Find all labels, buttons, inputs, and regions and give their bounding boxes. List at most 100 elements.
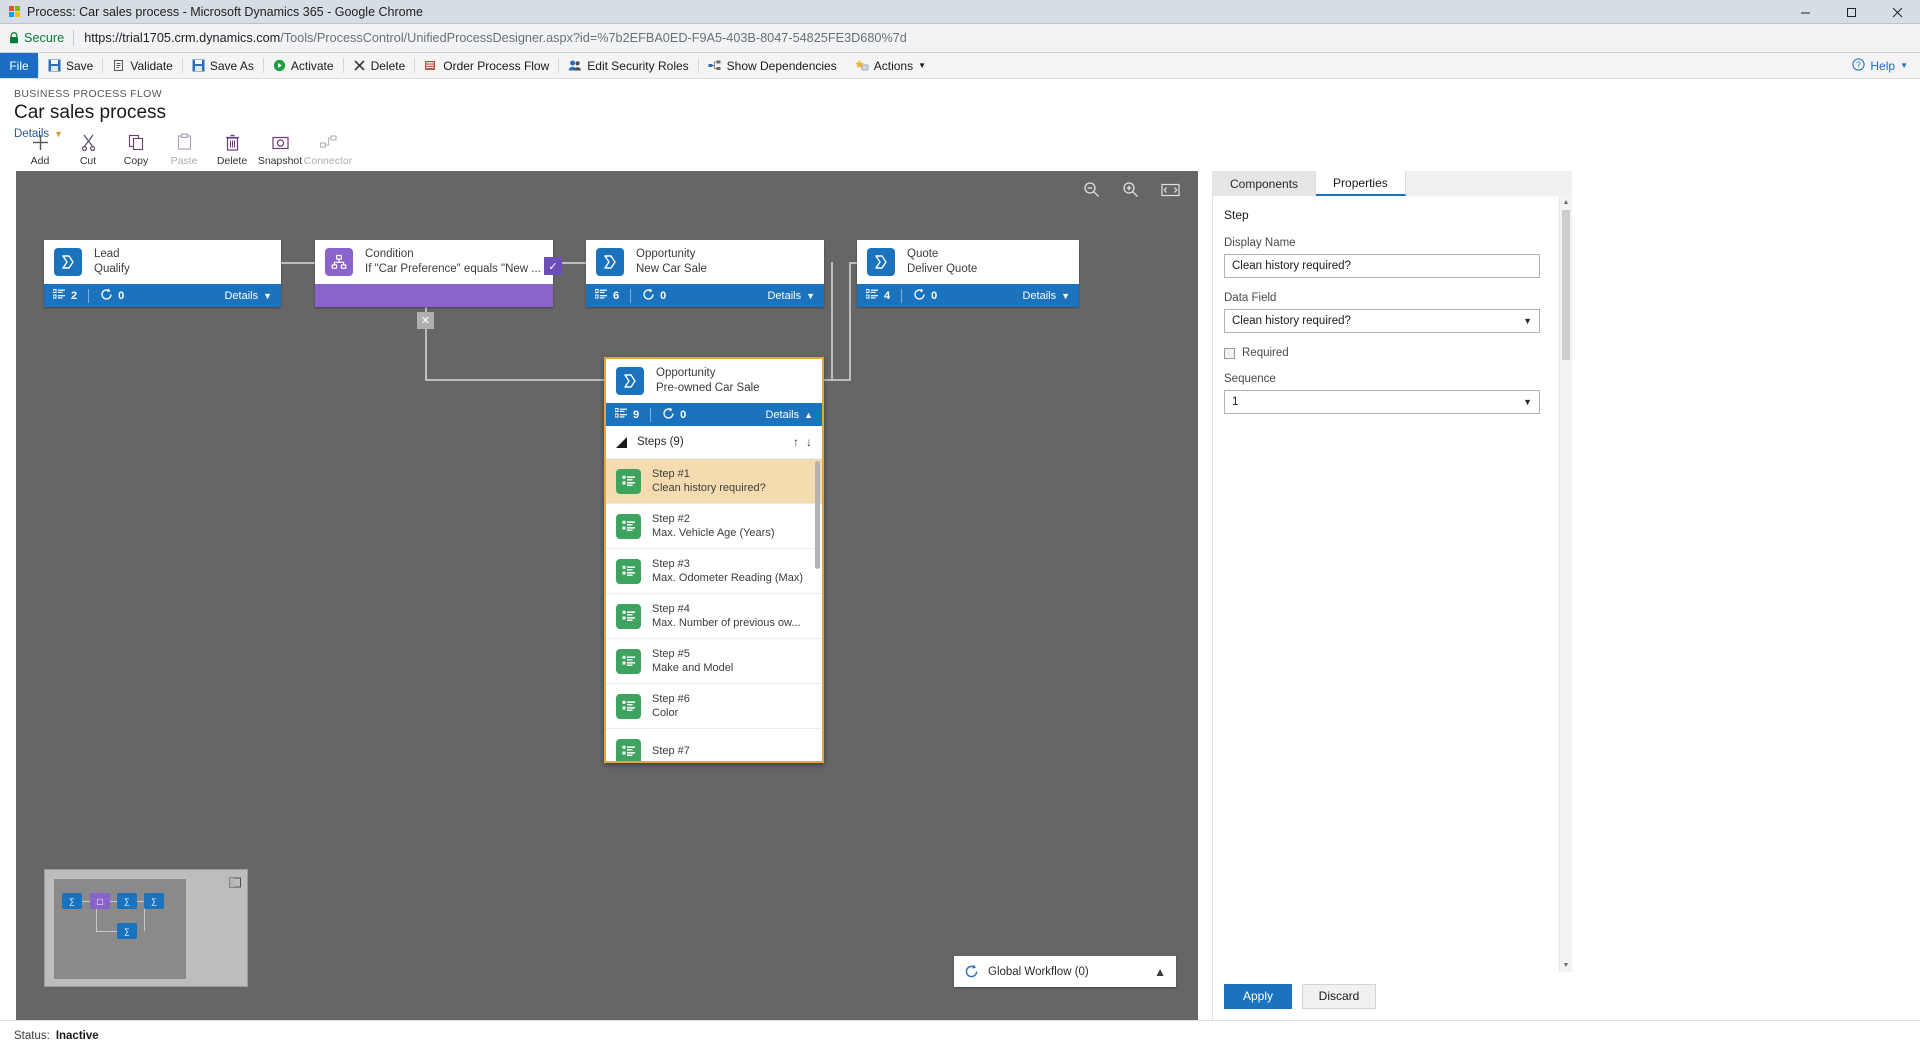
stage-details-toggle[interactable]: Details ▼: [224, 290, 272, 302]
workflow-count: 0: [100, 288, 124, 304]
show-dependencies-button[interactable]: Show Dependencies: [699, 53, 846, 78]
minimize-icon[interactable]: [1782, 0, 1828, 24]
camera-icon: [271, 132, 290, 152]
arrow-down-icon[interactable]: ↓: [806, 435, 812, 449]
stage-node-preowned-car-sale-selected[interactable]: Opportunity Pre-owned Car Sale 9 0 Detai…: [604, 357, 824, 763]
connector-button[interactable]: Connector: [304, 132, 352, 167]
steps-list-icon: [865, 288, 879, 303]
stage-node-deliver-quote[interactable]: Quote Deliver Quote 4 0 Details ▼: [857, 240, 1079, 307]
help-label: Help: [1870, 58, 1896, 73]
steps-section-header[interactable]: Steps (9) ↑ ↓: [606, 426, 822, 459]
stage-details-toggle[interactable]: Details ▲: [765, 409, 813, 421]
steps-scrollbar[interactable]: [815, 461, 820, 569]
edit-security-roles-button[interactable]: Edit Security Roles: [559, 53, 697, 78]
stage-node-condition[interactable]: Condition If "Car Preference" equals "Ne…: [315, 240, 553, 307]
validate-button[interactable]: Validate: [103, 53, 181, 78]
tab-properties[interactable]: Properties: [1316, 171, 1406, 196]
scroll-down-icon[interactable]: ▼: [1560, 959, 1572, 972]
expand-minimap-icon[interactable]: [229, 875, 241, 893]
stage-name: If "Car Preference" equals "New ...: [365, 263, 541, 275]
activate-label: Activate: [290, 58, 334, 73]
steps-count: 9: [614, 407, 639, 422]
steps-list-icon: [614, 407, 628, 422]
snapshot-button[interactable]: Snapshot: [256, 132, 304, 167]
condition-icon: [325, 248, 353, 276]
file-menu-button[interactable]: File: [0, 53, 38, 78]
list-item[interactable]: Step #7: [606, 729, 822, 761]
steps-count: 2: [52, 288, 77, 303]
apply-button[interactable]: Apply: [1224, 983, 1292, 1009]
condition-false-badge[interactable]: ✕: [417, 312, 434, 329]
stage-details-toggle[interactable]: Details ▼: [767, 290, 815, 302]
delete-node-button[interactable]: Delete: [208, 132, 256, 167]
stage-entity: Quote: [907, 248, 939, 260]
browser-address-bar[interactable]: Secure https://trial1705.crm.dynamics.co…: [0, 24, 1920, 53]
save-as-button[interactable]: Save As: [183, 53, 263, 78]
list-item[interactable]: Step #4 Max. Number of previous ow...: [606, 594, 822, 639]
display-name-input[interactable]: Clean history required?: [1224, 254, 1540, 278]
stage-text: Opportunity Pre-owned Car Sale: [656, 366, 760, 396]
step-name: Max. Odometer Reading (Max): [652, 572, 803, 584]
arrow-up-icon[interactable]: ↑: [793, 435, 799, 449]
stage-entity-icon: [596, 248, 624, 276]
step-number: Step #4: [652, 603, 690, 615]
stage-details-toggle[interactable]: Details ▼: [1022, 290, 1070, 302]
canvas-minimap[interactable]: ∑ ▢ ∑ ∑ ∑: [44, 869, 248, 987]
edit-security-roles-icon: [568, 59, 582, 72]
step-icon: [616, 648, 641, 674]
condition-true-badge[interactable]: ✓: [544, 257, 562, 275]
scrollbar-thumb[interactable]: [1562, 210, 1570, 360]
list-item[interactable]: Step #1 Clean history required?: [606, 459, 822, 504]
zoom-out-icon[interactable]: [1083, 181, 1100, 198]
required-checkbox[interactable]: [1224, 347, 1235, 359]
stage-text: Opportunity New Car Sale: [636, 247, 707, 277]
order-process-flow-button[interactable]: Order Process Flow: [415, 53, 558, 78]
minimap-node-preowned: ∑: [117, 923, 137, 939]
stage-node-lead[interactable]: Lead Qualify 2 0 Details ▼: [44, 240, 281, 307]
url-host: https://trial1705.crm.dynamics.com: [84, 31, 281, 45]
delete-button[interactable]: Delete: [344, 53, 415, 78]
global-workflow-bar[interactable]: Global Workflow (0) ▲: [954, 956, 1176, 987]
list-item[interactable]: Step #3 Max. Odometer Reading (Max): [606, 549, 822, 594]
delete-label: Delete: [216, 155, 248, 167]
list-item[interactable]: Step #6 Color: [606, 684, 822, 729]
stage-body: Condition If "Car Preference" equals "Ne…: [315, 240, 553, 284]
copy-button[interactable]: Copy: [112, 132, 160, 167]
step-icon: [616, 738, 641, 761]
list-item[interactable]: Step #2 Max. Vehicle Age (Years): [606, 504, 822, 549]
maximize-icon[interactable]: [1828, 0, 1874, 24]
stage-entity: Opportunity: [636, 248, 696, 260]
stage-node-new-car-sale[interactable]: Opportunity New Car Sale 6 0 Details ▼: [586, 240, 824, 307]
connector-condition-down: [425, 296, 427, 380]
stage-footer: 6 0 Details ▼: [586, 284, 824, 307]
cut-button[interactable]: Cut: [64, 132, 112, 167]
sequence-select[interactable]: 1 ▼: [1224, 390, 1540, 414]
list-item[interactable]: Step #5 Make and Model: [606, 639, 822, 684]
steps-list[interactable]: Step #1 Clean history required? Step #2 …: [606, 459, 822, 761]
help-button[interactable]: ? Help ▼: [1852, 53, 1920, 78]
data-field-select[interactable]: Clean history required? ▼: [1224, 309, 1540, 333]
actions-menu-button[interactable]: Actions ▼: [846, 53, 935, 78]
paste-button[interactable]: Paste: [160, 132, 208, 167]
canvas-zoom-toolbar: [1083, 181, 1180, 198]
tab-components[interactable]: Components: [1213, 171, 1317, 196]
step-number: Step #7: [652, 745, 690, 757]
save-button[interactable]: Save: [39, 53, 102, 78]
zoom-in-icon[interactable]: [1122, 181, 1139, 198]
add-button[interactable]: Add: [16, 132, 64, 167]
required-checkbox-row[interactable]: Required: [1224, 347, 1561, 359]
scroll-up-icon[interactable]: ▲: [1560, 196, 1572, 209]
stage-name: New Car Sale: [636, 263, 707, 275]
global-workflow-label: Global Workflow (0): [988, 965, 1089, 978]
order-process-flow-icon: [424, 59, 438, 72]
activate-button[interactable]: Activate: [264, 53, 343, 78]
panel-footer: Apply Discard: [1213, 972, 1572, 1020]
process-designer-canvas[interactable]: Lead Qualify 2 0 Details ▼ Condition If …: [16, 171, 1198, 1020]
discard-button[interactable]: Discard: [1302, 983, 1376, 1009]
chevron-up-icon[interactable]: ▲: [1154, 965, 1166, 979]
steps-count: 6: [594, 288, 619, 303]
panel-scrollbar[interactable]: ▲ ▼: [1559, 196, 1572, 972]
copy-icon: [127, 132, 146, 152]
fit-to-screen-icon[interactable]: [1161, 183, 1180, 197]
close-icon[interactable]: [1874, 0, 1920, 24]
